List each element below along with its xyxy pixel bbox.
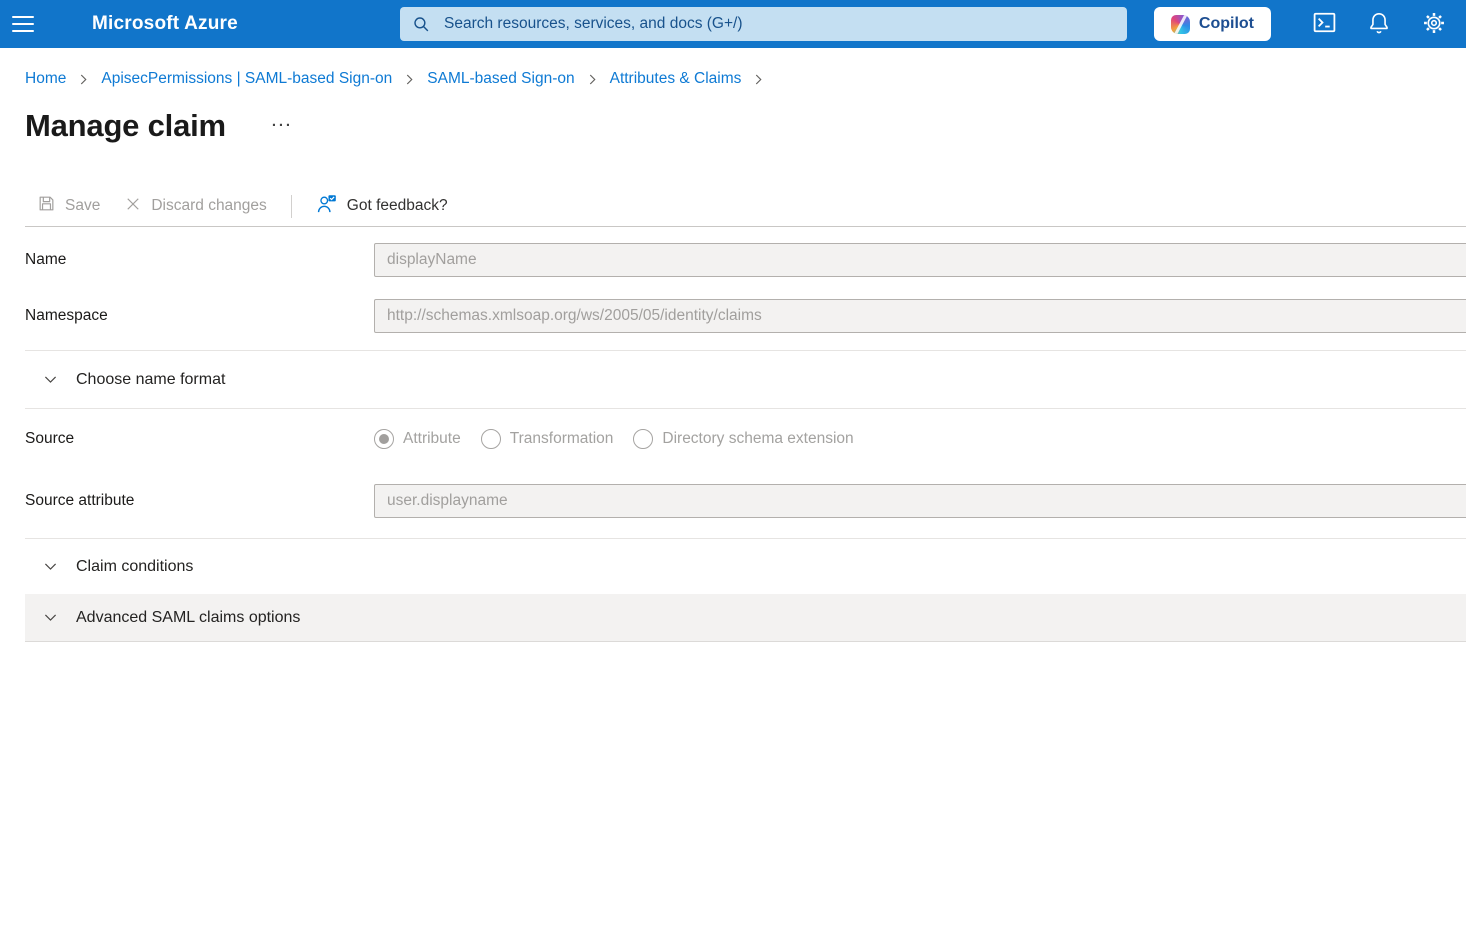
advanced-saml-claims-options-label: Advanced SAML claims options — [76, 608, 301, 626]
breadcrumb: Home ApisecPermissions | SAML-based Sign… — [25, 68, 1466, 90]
topbar-actions: Copilot — [1153, 0, 1458, 48]
cloud-shell-icon — [1311, 9, 1338, 39]
advanced-saml-claims-options-section[interactable]: Advanced SAML claims options — [25, 594, 1466, 642]
cloud-shell-button[interactable] — [1300, 0, 1348, 48]
chevron-down-icon — [42, 371, 59, 388]
choose-name-format-section[interactable]: Choose name format — [0, 351, 1466, 408]
claim-conditions-label: Claim conditions — [76, 557, 194, 575]
search-icon — [412, 15, 431, 34]
source-row: Source Attribute Transformation Director… — [0, 428, 1466, 450]
page-header: Manage claim ··· — [25, 105, 1466, 146]
chevron-down-icon — [42, 609, 59, 626]
got-feedback-button[interactable]: Got feedback? — [304, 189, 460, 223]
discard-icon — [124, 195, 142, 218]
notifications-button[interactable] — [1355, 0, 1403, 48]
namespace-label: Namespace — [25, 307, 108, 324]
feedback-icon — [316, 193, 338, 220]
save-icon — [37, 194, 56, 218]
breadcrumb-home[interactable]: Home — [25, 68, 66, 90]
radio-transformation[interactable]: Transformation — [480, 429, 613, 449]
page-title: Manage claim — [25, 107, 226, 143]
radio-directory-schema-extension[interactable]: Directory schema extension — [633, 429, 854, 449]
copilot-label: Copilot — [1198, 15, 1254, 32]
hamburger-menu-button[interactable] — [0, 0, 46, 48]
name-row: Name — [0, 243, 1466, 277]
toolbar-divider — [290, 194, 292, 218]
source-attribute-label: Source attribute — [25, 492, 135, 509]
copilot-icon — [1170, 14, 1190, 34]
radio-attribute[interactable]: Attribute — [374, 429, 461, 449]
breadcrumb-chevron-icon — [76, 72, 91, 87]
source-radio-group: Attribute Transformation Directory schem… — [374, 429, 854, 449]
azure-top-bar: Microsoft Azure Copilot — [0, 0, 1466, 48]
brand-title: Microsoft Azure — [92, 13, 238, 34]
source-attribute-row: Source attribute — [0, 484, 1466, 518]
namespace-input[interactable] — [374, 299, 1466, 333]
breadcrumb-chevron-icon — [585, 72, 600, 87]
claim-conditions-section[interactable]: Claim conditions — [0, 539, 1466, 594]
section-divider — [25, 408, 1466, 409]
breadcrumb-chevron-icon — [751, 72, 766, 87]
discard-label: Discard changes — [151, 197, 267, 214]
hamburger-icon — [12, 16, 34, 18]
namespace-row: Namespace — [0, 299, 1466, 333]
copilot-button[interactable]: Copilot — [1153, 7, 1271, 41]
breadcrumb-saml-signon[interactable]: SAML-based Sign-on — [427, 68, 574, 90]
more-options-button[interactable]: ··· — [268, 116, 297, 135]
discard-changes-button[interactable]: Discard changes — [112, 189, 278, 223]
radio-unselected-icon — [480, 429, 501, 449]
command-toolbar: Save Discard changes Got feedback? — [25, 186, 1466, 227]
source-label: Source — [25, 430, 75, 447]
global-search-box[interactable] — [400, 7, 1127, 41]
source-attribute-input[interactable] — [374, 484, 1466, 518]
search-input[interactable] — [442, 14, 1115, 34]
name-input[interactable] — [374, 243, 1466, 277]
breadcrumb-chevron-icon — [402, 72, 417, 87]
choose-name-format-label: Choose name format — [76, 370, 226, 388]
name-label: Name — [25, 251, 67, 268]
notifications-bell-icon — [1366, 10, 1392, 39]
settings-button[interactable] — [1410, 0, 1458, 48]
feedback-label: Got feedback? — [346, 197, 448, 214]
settings-gear-icon — [1421, 10, 1447, 39]
radio-unselected-icon — [633, 429, 654, 449]
save-label: Save — [65, 197, 101, 214]
chevron-down-icon — [42, 558, 59, 575]
breadcrumb-app[interactable]: ApisecPermissions | SAML-based Sign-on — [101, 68, 392, 90]
radio-selected-icon — [374, 429, 394, 449]
breadcrumb-attributes-claims[interactable]: Attributes & Claims — [610, 68, 742, 90]
save-button[interactable]: Save — [25, 189, 112, 223]
